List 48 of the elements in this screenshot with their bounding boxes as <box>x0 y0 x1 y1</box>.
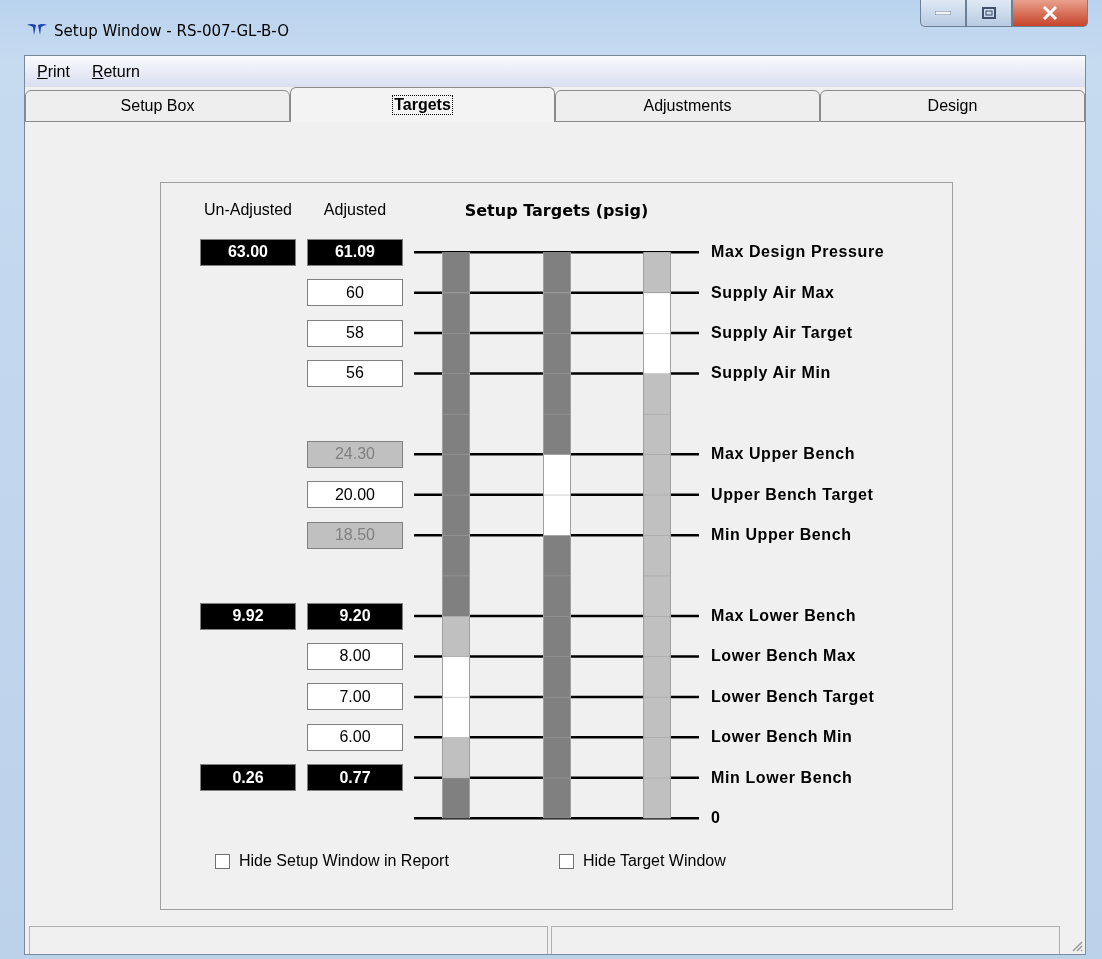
value-readout: 9.20 <box>307 602 403 630</box>
target-label: Upper Bench Target <box>711 485 874 504</box>
value-field[interactable]: 56 <box>307 359 403 387</box>
value-field[interactable]: 6.00 <box>307 723 403 751</box>
target-label: Max Design Pressure <box>711 243 885 262</box>
value-field[interactable]: 7.00 <box>307 683 403 711</box>
target-label: Max Upper Bench <box>711 445 856 464</box>
checkbox[interactable]: Hide Target Window <box>558 852 726 871</box>
maximize-icon <box>982 7 996 19</box>
column-header: Un-Adjusted <box>203 201 292 219</box>
target-label: 0 <box>711 809 721 828</box>
tab[interactable]: Setup Box <box>25 90 290 122</box>
value-field[interactable]: 8.00 <box>307 642 403 670</box>
tab[interactable]: Targets <box>290 87 555 122</box>
close-button[interactable] <box>1012 0 1088 27</box>
maximize-button[interactable] <box>966 0 1012 27</box>
target-label: Supply Air Min <box>711 364 831 383</box>
value-readout: 0.26 <box>200 764 296 792</box>
resize-grip-icon[interactable] <box>1071 940 1083 952</box>
tab[interactable]: Design <box>820 90 1085 122</box>
target-label: Lower Bench Max <box>711 647 857 666</box>
value-readout: 63.00 <box>200 238 296 266</box>
value-field[interactable]: 60 <box>307 279 403 307</box>
window-title: Setup Window - RS-007-GL-B-O <box>54 22 289 40</box>
minimize-icon <box>935 11 951 15</box>
value-field[interactable]: 20.00 <box>307 481 403 509</box>
value-readout: 9.92 <box>200 602 296 630</box>
logo-icon <box>26 22 48 36</box>
value-field[interactable]: 58 <box>307 319 403 347</box>
column-header: Adjusted <box>323 201 387 219</box>
target-label: Lower Bench Min <box>711 728 853 747</box>
value-field: 24.30 <box>307 440 403 468</box>
target-label: Supply Air Target <box>711 324 853 343</box>
minimize-button[interactable] <box>920 0 966 27</box>
chart-title: Setup Targets (psig) <box>464 201 649 220</box>
target-label: Min Lower Bench <box>711 768 853 787</box>
menu-item[interactable]: Return <box>91 62 140 81</box>
value-field: 18.50 <box>307 521 403 549</box>
menu-item[interactable]: Print <box>37 62 70 81</box>
checkbox[interactable]: Hide Setup Window in Report <box>215 852 449 871</box>
target-label: Lower Bench Target <box>711 687 875 706</box>
target-label: Min Upper Bench <box>711 526 852 545</box>
target-label: Supply Air Max <box>711 283 835 302</box>
value-readout: 61.09 <box>307 238 403 266</box>
close-icon <box>1042 6 1058 20</box>
tab[interactable]: Adjustments <box>555 90 820 122</box>
target-label: Max Lower Bench <box>711 607 857 625</box>
value-readout: 0.77 <box>307 764 403 792</box>
